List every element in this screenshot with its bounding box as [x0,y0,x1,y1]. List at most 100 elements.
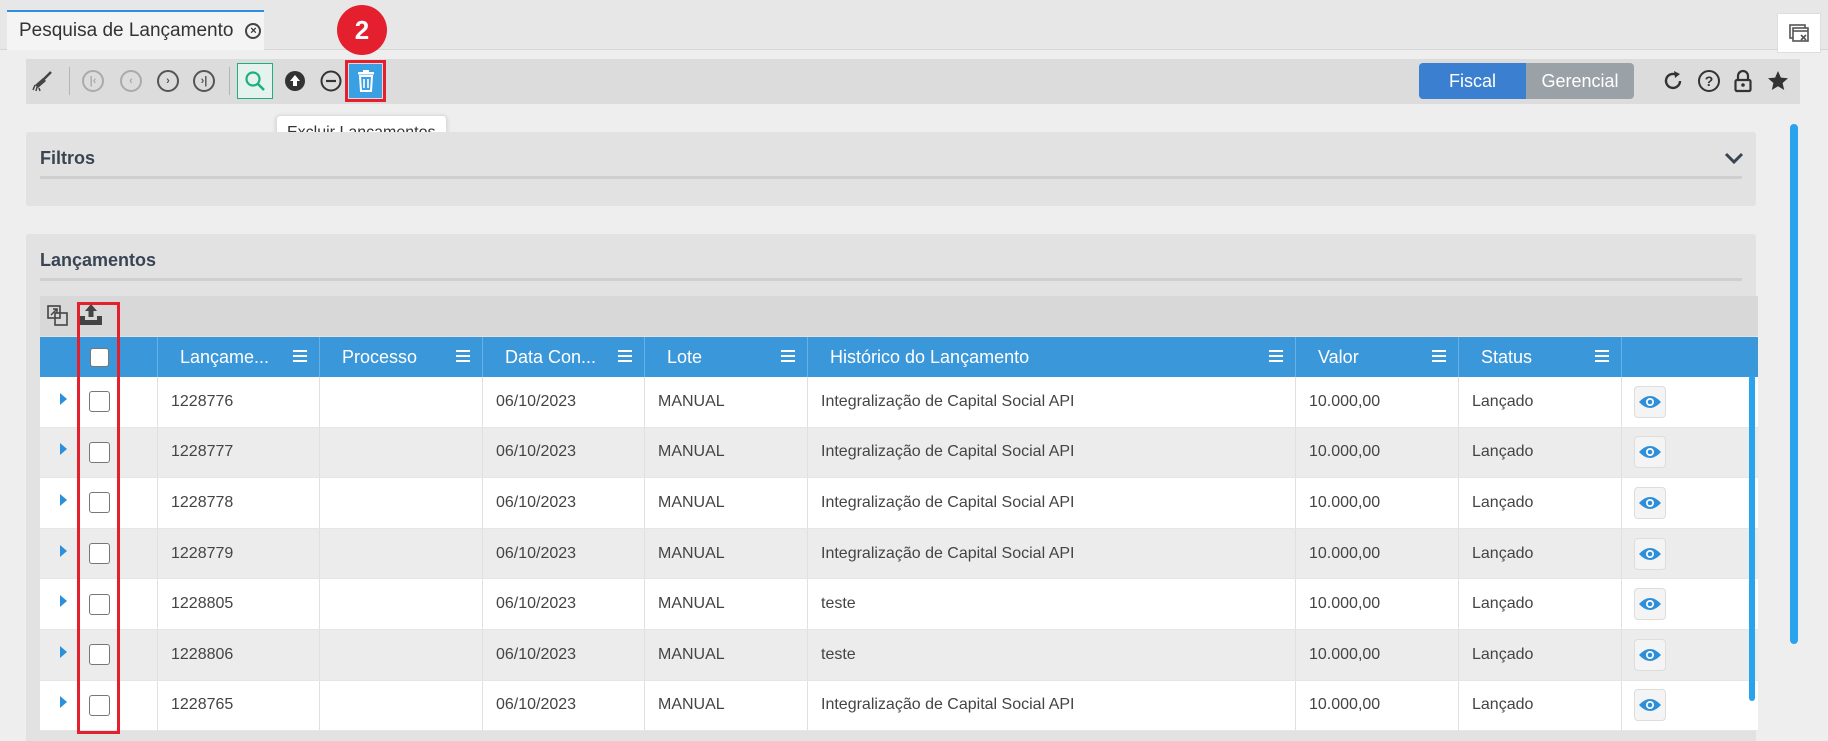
clear-filters-button[interactable] [28,66,58,96]
cell-valor: 10.000,00 [1309,443,1381,461]
next-button[interactable]: › [153,66,183,96]
first-page-button[interactable]: |‹ [78,66,108,96]
refresh-icon [1664,71,1682,90]
close-all-tabs-button[interactable] [1777,13,1821,53]
column-historico[interactable]: Histórico do Lançamento [808,337,1296,377]
cell-valor: 10.000,00 [1309,696,1381,714]
star-icon [1768,71,1788,90]
column-menu-icon[interactable] [1595,350,1609,365]
grid-toolbar [40,296,1758,336]
page-scrollbar[interactable] [1790,124,1798,644]
cell-valor: 10.000,00 [1309,645,1381,663]
last-page-icon: ›| [193,70,215,92]
cell-lancamento: 1228777 [171,443,234,461]
view-button[interactable] [1634,638,1666,671]
cell-historico: Integralização de Capital Social API [821,443,1075,461]
expand-row-icon[interactable] [60,443,67,456]
view-button[interactable] [1634,436,1666,469]
tab-bar: Pesquisa de Lançamento × [0,0,1828,53]
first-page-icon: |‹ [82,70,104,92]
cell-lote: MANUAL [658,645,725,663]
expand-row-icon[interactable] [60,493,67,506]
cell-data: 06/10/2023 [496,443,577,461]
grid-body: 1228776 06/10/2023 MANUAL Integralização de… [40,377,1758,732]
column-menu-icon[interactable] [293,350,307,365]
cell-status: Lançado [1472,696,1534,714]
eye-icon [1639,598,1661,611]
refresh-button[interactable] [1658,66,1688,96]
eye-icon [1639,547,1661,560]
lock-button[interactable] [1728,66,1758,96]
delete-lancamentos-button[interactable] [345,60,386,102]
table-row[interactable]: 1228778 06/10/2023 MANUAL Integralização de… [40,478,1758,529]
view-button[interactable] [1634,486,1666,519]
cell-data: 06/10/2023 [496,696,577,714]
cell-lote: MANUAL [658,595,725,613]
cell-historico: teste [821,595,856,613]
cell-valor: 10.000,00 [1309,392,1381,410]
cell-status: Lançado [1472,493,1534,511]
help-button[interactable]: ? [1694,66,1724,96]
broom-icon [32,71,52,92]
cell-lote: MANUAL [658,443,725,461]
favorite-button[interactable] [1763,66,1793,96]
fiscal-toggle[interactable]: Fiscal [1419,63,1526,99]
tab-title: Pesquisa de Lançamento [19,20,234,41]
column-actions [1622,337,1758,377]
column-menu-icon[interactable] [1432,350,1446,365]
table-row[interactable]: 1228776 06/10/2023 MANUAL Integralização de… [40,377,1758,428]
column-menu-icon[interactable] [618,350,632,365]
main-toolbar: |‹ ‹ › ›| Fiscal Gerencial ? [26,59,1800,104]
close-icon[interactable]: × [245,23,262,39]
search-button[interactable] [237,63,273,99]
search-icon [245,71,265,91]
eye-icon [1639,395,1661,408]
expand-row-icon[interactable] [60,544,67,557]
windows-close-icon [1789,24,1809,42]
expand-row-icon[interactable] [60,595,67,608]
table-row[interactable]: 1228779 06/10/2023 MANUAL Integralização de… [40,528,1758,580]
gerencial-toggle[interactable]: Gerencial [1526,63,1634,99]
view-button[interactable] [1634,537,1666,570]
view-button[interactable] [1634,385,1666,418]
grid-scrollbar[interactable] [1749,375,1755,701]
checkbox-column-highlight [77,302,120,734]
upload-button[interactable] [280,66,310,96]
column-status[interactable]: Status [1459,337,1622,377]
export-icon[interactable] [46,304,70,328]
view-button[interactable] [1634,689,1666,722]
lancamentos-grid: Lançame... Processo Data Con... Lote His… [40,337,1758,732]
filtros-title: Filtros [40,148,96,168]
cell-historico: teste [821,645,856,663]
column-processo[interactable]: Processo [320,337,483,377]
column-valor[interactable]: Valor [1296,337,1459,377]
cell-lote: MANUAL [658,493,725,511]
table-row[interactable]: 1228806 06/10/2023 MANUAL teste 10.000,00 Lan… [40,629,1758,681]
cell-lancamento: 1228765 [171,696,234,714]
cell-lancamento: 1228805 [171,595,234,613]
lock-icon [1734,69,1752,93]
table-row[interactable]: 1228765 06/10/2023 MANUAL Integralização de… [40,680,1758,732]
previous-button[interactable]: ‹ [116,66,146,96]
chevron-down-icon[interactable] [1722,146,1746,170]
expand-row-icon[interactable] [60,392,67,405]
last-page-button[interactable]: ›| [189,66,219,96]
column-menu-icon[interactable] [781,350,795,365]
column-lancamento[interactable]: Lançame... [158,337,320,377]
table-row[interactable]: 1228777 06/10/2023 MANUAL Integralização de… [40,427,1758,479]
cell-data: 06/10/2023 [496,544,577,562]
cell-historico: Integralização de Capital Social API [821,392,1075,410]
view-button[interactable] [1634,588,1666,621]
eye-icon [1639,699,1661,712]
cell-lancamento: 1228776 [171,392,234,410]
column-menu-icon[interactable] [1269,350,1283,365]
expand-row-icon[interactable] [60,645,67,658]
cell-status: Lançado [1472,392,1534,410]
column-lote[interactable]: Lote [645,337,808,377]
remove-button[interactable] [316,66,346,96]
tab-pesquisa-lancamento[interactable]: Pesquisa de Lançamento × [7,10,264,50]
table-row[interactable]: 1228805 06/10/2023 MANUAL teste 10.000,00 Lan… [40,579,1758,630]
column-menu-icon[interactable] [456,350,470,365]
expand-row-icon[interactable] [60,696,67,709]
column-data-contabil[interactable]: Data Con... [483,337,645,377]
